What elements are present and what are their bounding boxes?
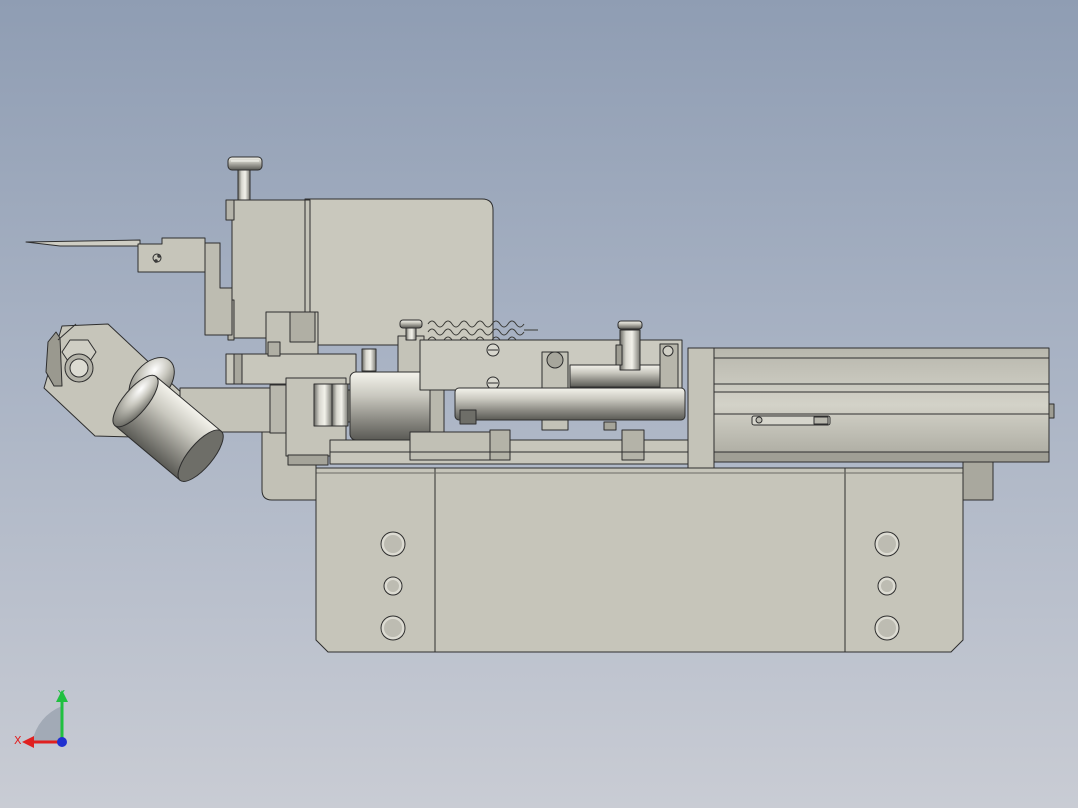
y-axis-label: Y [57,688,65,701]
spring-post-right[interactable] [615,320,643,371]
rod-end-cap[interactable] [659,343,679,389]
adjust-knob[interactable] [227,156,263,201]
mounting-hole-left-mid [383,576,403,596]
blade-arm[interactable] [25,237,233,336]
z-axis-dot [57,737,67,747]
mounting-hole-right-bottom [874,615,900,641]
mounting-hole-right-mid [877,576,897,596]
axis-triad: Y X [14,688,68,748]
cad-viewport[interactable]: Y X [0,0,1078,808]
x-axis-label: X [14,734,22,747]
cylinder-sensor[interactable] [751,415,831,426]
mounting-hole-left-top [380,531,406,557]
assembly-model[interactable] [0,0,1078,808]
pneumatic-cylinder[interactable] [687,347,1055,469]
mounting-hole-left-bottom [380,615,406,641]
mounting-hole-right-top [874,531,900,557]
